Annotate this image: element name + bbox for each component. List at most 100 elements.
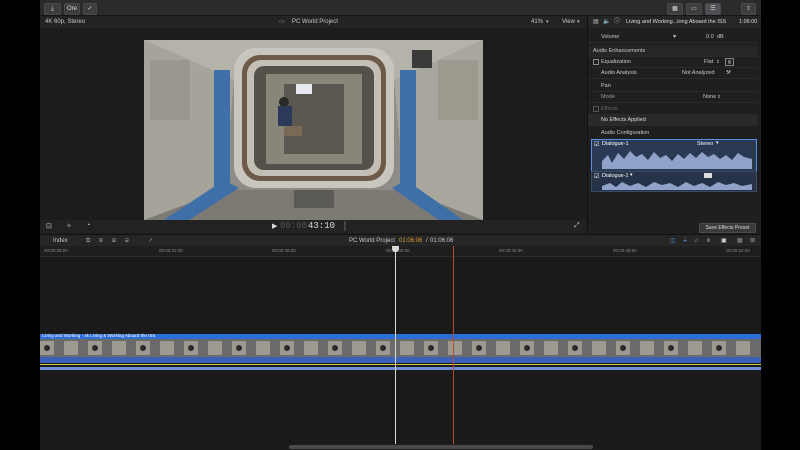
background-tasks-button[interactable]: ✓ bbox=[83, 3, 97, 15]
ruler-tick-label: 00:00:32:00 bbox=[159, 248, 183, 253]
speaker-icon[interactable]: 🔈 bbox=[603, 16, 610, 28]
channel-1-label: Dialogue-1 bbox=[602, 141, 629, 147]
channel-2-checkbox[interactable]: ☑ bbox=[594, 173, 599, 180]
zoom-menu[interactable]: 41% bbox=[531, 16, 543, 28]
channel-2-label: Dialogue-1 bbox=[602, 173, 629, 179]
viewer-header: 4K 60p, Stereo ▭ PC World Project 41% ▾ … bbox=[40, 16, 586, 28]
chevron-down-icon: ▾ bbox=[577, 19, 580, 25]
show-inspector-button[interactable]: ☰ bbox=[705, 3, 721, 15]
magic-wand-icon[interactable]: ⚒ bbox=[726, 68, 731, 78]
viewer-controls: ⊡ ✧ ◔ ▶ 00:00 43:10 ⤢ bbox=[40, 220, 586, 233]
enhancements-label: Audio Enhancements bbox=[593, 48, 646, 54]
import-button[interactable]: ⤓ bbox=[44, 3, 61, 15]
solo-icon[interactable] bbox=[704, 173, 712, 178]
ruler-tick-label: 00:00:48:00 bbox=[613, 248, 637, 253]
show-timeline-button[interactable]: ▭ bbox=[686, 3, 702, 15]
chevron-down-icon: ▾ bbox=[630, 172, 633, 178]
chevron-updown-icon: ⇕ bbox=[717, 94, 721, 99]
audio-analysis-value: Not Analyzed bbox=[682, 70, 715, 76]
volume-keyframe-icon[interactable]: ♥ bbox=[673, 32, 676, 42]
download-icon: ⤓ bbox=[51, 6, 54, 12]
equalization-checkbox[interactable] bbox=[593, 59, 599, 65]
channel-2-waveform bbox=[602, 182, 752, 190]
show-browser-button[interactable]: ▦ bbox=[667, 3, 683, 15]
view-menu[interactable]: View bbox=[562, 16, 575, 28]
audio-analysis-row: Audio Analysis Not Analyzed ⚒ bbox=[588, 68, 758, 79]
pan-mode-label: Mode bbox=[601, 94, 615, 100]
info-icon[interactable]: ⓘ bbox=[614, 16, 620, 28]
share-icon: ⇪ bbox=[745, 6, 752, 12]
volume-label: Volume bbox=[601, 34, 620, 40]
volume-row: Volume ♥ 0.0 dB bbox=[588, 32, 758, 43]
clip-name: Living and Working - 4k Living & Working… bbox=[42, 333, 156, 338]
final-cut-window: ⤓ Ore ✓ ▦ ▭ ☰ ⇪ 4K 60p, Stereo ▭ PC Worl… bbox=[40, 0, 761, 450]
channel-1-mode[interactable]: Stereo bbox=[697, 141, 713, 147]
inspector-clip-title: Living and Working...long Aboard the ISS bbox=[626, 19, 727, 25]
timeline-layout-icon: ▭ bbox=[691, 6, 697, 12]
play-icon[interactable]: ▶ bbox=[272, 222, 277, 230]
audio-config-row[interactable]: Audio Configuration bbox=[588, 128, 758, 138]
channel-1-checkbox[interactable]: ☑ bbox=[594, 141, 599, 148]
save-effects-preset-button[interactable]: Save Effects Preset bbox=[699, 223, 756, 233]
share-button[interactable]: ⇪ bbox=[741, 3, 756, 15]
audio-channel-1[interactable]: ☑ Dialogue-1 Stereo ▾ bbox=[591, 139, 757, 172]
skimmer-line bbox=[453, 246, 454, 444]
playhead[interactable] bbox=[395, 246, 396, 444]
speed-tools-icon[interactable]: ◔ bbox=[86, 222, 90, 229]
timecode-dim: 00:00 bbox=[280, 221, 308, 231]
playhead-handle[interactable] bbox=[392, 246, 399, 252]
no-effects-row: No Effects Applied bbox=[588, 115, 758, 126]
viewer-project-title: PC World Project bbox=[292, 19, 338, 25]
equalization-value[interactable]: Flat bbox=[704, 57, 713, 67]
chevron-updown-icon: ⇕ bbox=[716, 59, 720, 64]
ruler-tick-label: 00:00:52:00 bbox=[726, 248, 750, 253]
fullscreen-icon[interactable]: ⤢ bbox=[574, 222, 580, 230]
inspector-header: ▤ 🔈 ⓘ Living and Working...long Aboard t… bbox=[588, 16, 761, 28]
pan-row[interactable]: Pan bbox=[588, 81, 758, 92]
ruler-tick-label: 00:00:28:00 bbox=[44, 248, 68, 253]
volume-value[interactable]: 0.0 bbox=[706, 32, 714, 42]
film-icon[interactable]: ▤ bbox=[593, 16, 599, 28]
ruler-tick-label: 00:00:36:00 bbox=[272, 248, 296, 253]
audio-analysis-label: Audio Analysis bbox=[601, 70, 637, 76]
video-clip-filmstrip[interactable] bbox=[40, 339, 761, 357]
top-toolbar: ⤓ Ore ✓ ▦ ▭ ☰ ⇪ bbox=[40, 0, 761, 16]
timecode-display: 43:10 bbox=[308, 221, 336, 231]
keywords-button[interactable]: Ore bbox=[64, 3, 80, 15]
timeline-ruler[interactable]: 00:00:28:00 00:00:32:00 00:00:36:00 00:0… bbox=[40, 246, 761, 257]
audio-channel-2[interactable]: ☑ Dialogue-1 ▾ bbox=[591, 171, 757, 192]
enhancements-row[interactable]: Audio Enhancements bbox=[588, 46, 758, 57]
scrollbar-thumb[interactable] bbox=[289, 445, 593, 449]
film-icon: ▭ bbox=[279, 19, 285, 25]
crop-tools-icon[interactable]: ⊡ bbox=[46, 222, 52, 230]
timeline-scrollbar[interactable] bbox=[40, 444, 761, 450]
inspector-clip-duration: 1:06:00 bbox=[739, 19, 758, 25]
effects-row: Effects bbox=[588, 104, 758, 115]
timecode-divider bbox=[344, 221, 346, 231]
equalization-row: Equalization Flat ⇕ ▥ bbox=[588, 57, 758, 68]
transform-tools-icon[interactable]: ✧ bbox=[66, 222, 72, 230]
audio-inspector: ▤ 🔈 ⓘ Living and Working...long Aboard t… bbox=[587, 16, 761, 233]
checkmark-circle-icon: ✓ bbox=[87, 6, 93, 12]
grid-icon: ▦ bbox=[672, 6, 678, 12]
ruler-tick-label: 00:00:44:00 bbox=[499, 248, 523, 253]
audio-waveform-strip[interactable] bbox=[40, 357, 761, 370]
audio-config-label: Audio Configuration bbox=[601, 130, 650, 136]
filmstrip-thumbnails bbox=[40, 339, 761, 357]
format-label: 4K 60p, Stereo bbox=[45, 19, 86, 25]
pan-mode-value[interactable]: None bbox=[703, 92, 716, 102]
channel-1-waveform bbox=[602, 151, 752, 169]
effects-checkbox[interactable] bbox=[593, 106, 599, 112]
sliders-icon: ☰ bbox=[710, 6, 716, 12]
pan-label: Pan bbox=[601, 83, 611, 89]
equalization-label: Equalization bbox=[601, 59, 631, 65]
chevron-down-icon: ▾ bbox=[716, 140, 719, 146]
video-frame[interactable] bbox=[144, 40, 483, 220]
iss-module-image bbox=[144, 40, 483, 220]
eq-graph-icon[interactable]: ▥ bbox=[725, 58, 734, 66]
no-effects-label: No Effects Applied bbox=[601, 117, 646, 123]
pan-mode-row: Mode None ⇕ bbox=[588, 92, 758, 103]
audio-waveform bbox=[40, 364, 761, 370]
volume-unit: dB bbox=[717, 34, 724, 40]
viewer bbox=[40, 28, 586, 220]
